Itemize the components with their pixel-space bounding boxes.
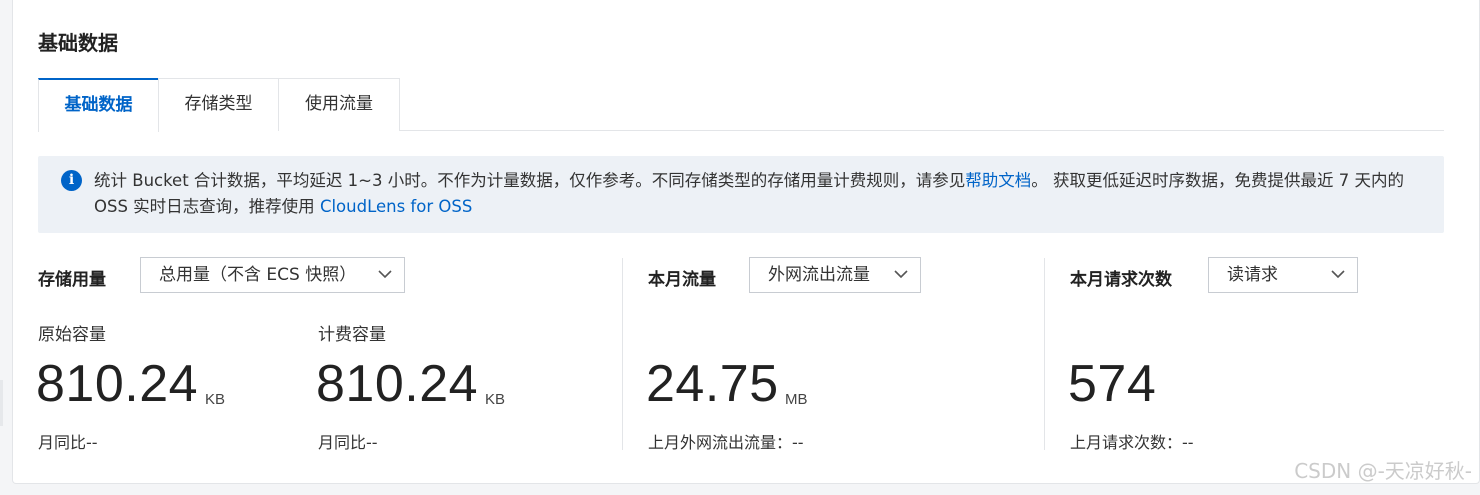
billed-capacity-label: 计费容量 (318, 325, 386, 345)
original-capacity-value: 810.24 (36, 355, 199, 413)
request-type-select-value: 读请求 (1227, 265, 1278, 285)
original-capacity-compare: 月同比-- (38, 433, 98, 452)
original-capacity-unit: KB (205, 391, 226, 408)
request-type-select[interactable]: 读请求 (1208, 257, 1358, 293)
tab-storage-type[interactable]: 存储类型 (158, 78, 279, 131)
cloudlens-link[interactable]: CloudLens for OSS (320, 197, 472, 216)
monthly-traffic-unit: MB (785, 391, 808, 408)
last-month-requests-compare: 上月请求次数：-- (1070, 433, 1194, 452)
divider (1044, 258, 1045, 450)
storage-usage-select-value: 总用量（不含 ECS 快照） (159, 265, 357, 285)
help-docs-link[interactable]: 帮助文档 (965, 171, 1031, 190)
watermark: CSDN @-天凉好秋- (1294, 459, 1472, 483)
info-icon: i (61, 170, 82, 191)
tab-traffic-usage[interactable]: 使用流量 (278, 78, 400, 131)
monthly-traffic-value: 24.75 (646, 355, 779, 413)
billed-capacity-unit: KB (485, 391, 506, 408)
monthly-requests-label: 本月请求次数 (1070, 270, 1172, 290)
notice-text-part: 统计 Bucket 合计数据，平均延迟 1~3 小时。不作为计量数据，仅作参考。… (94, 171, 966, 190)
left-edge-handle (0, 380, 3, 426)
monthly-requests-value: 574 (1068, 355, 1157, 413)
monthly-traffic-label: 本月流量 (648, 270, 716, 290)
billed-capacity-value: 810.24 (316, 355, 479, 413)
storage-usage-select[interactable]: 总用量（不含 ECS 快照） (140, 257, 405, 293)
traffic-type-select[interactable]: 外网流出流量 (749, 257, 921, 293)
chevron-down-icon (1331, 267, 1345, 281)
chevron-down-icon (378, 267, 392, 281)
notice-text: 统计 Bucket 合计数据，平均延迟 1~3 小时。不作为计量数据，仅作参考。… (94, 168, 1424, 220)
divider (622, 258, 623, 450)
info-notice: i 统计 Bucket 合计数据，平均延迟 1~3 小时。不作为计量数据，仅作参… (38, 156, 1444, 233)
chevron-down-icon (894, 267, 908, 281)
basic-data-card: 基础数据 基础数据 存储类型 使用流量 i 统计 Bucket 合计数据，平均延… (12, 0, 1480, 484)
tab-bar: 基础数据 存储类型 使用流量 (38, 78, 1444, 132)
tab-basic-data[interactable]: 基础数据 (38, 78, 159, 132)
last-month-traffic-compare: 上月外网流出流量：-- (648, 433, 804, 452)
section-title: 基础数据 (38, 31, 118, 55)
storage-usage-label: 存储用量 (38, 270, 106, 290)
original-capacity-label: 原始容量 (38, 325, 106, 345)
traffic-type-select-value: 外网流出流量 (768, 265, 870, 285)
billed-capacity-compare: 月同比-- (318, 433, 378, 452)
